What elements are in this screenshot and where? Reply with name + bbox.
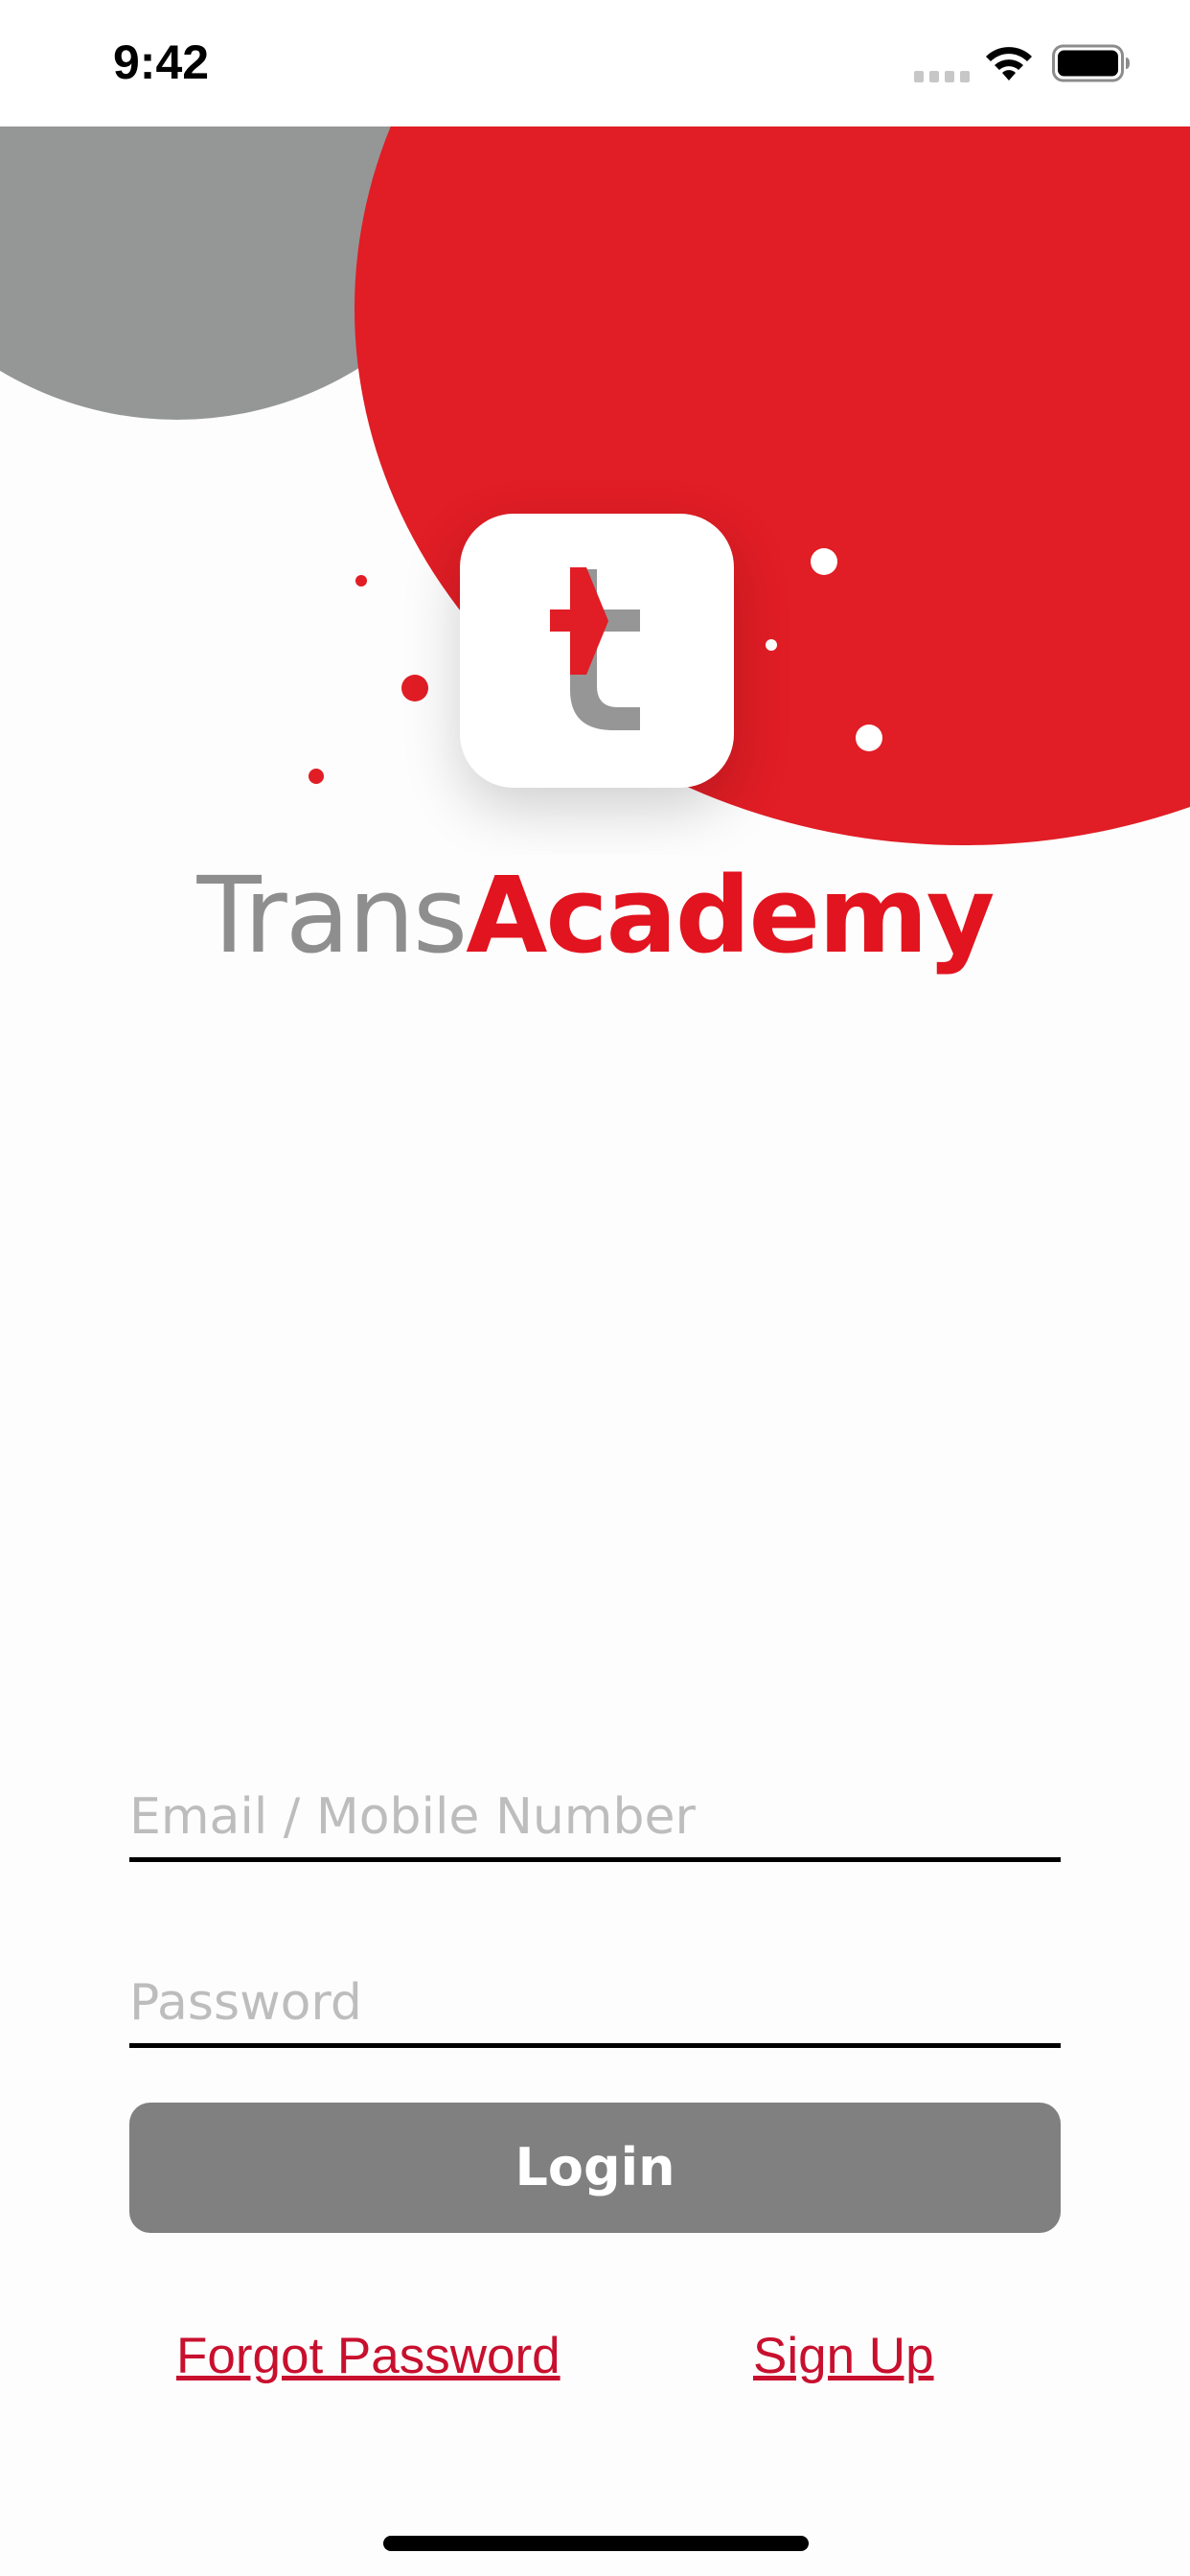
decorative-dot <box>811 548 837 575</box>
home-indicator <box>383 2536 809 2551</box>
email-field <box>129 1758 1061 1862</box>
signal-icon <box>914 71 970 82</box>
status-bar: 9:42 <box>0 0 1190 126</box>
decorative-dot <box>766 639 777 651</box>
decorative-dot <box>355 575 367 586</box>
decorative-dot <box>309 769 324 784</box>
brand-wordmark: TransAcademy <box>0 853 1190 978</box>
hero-banner <box>0 126 1190 855</box>
password-field <box>129 1944 1061 2048</box>
forgot-password-link[interactable]: Forgot Password <box>176 2323 561 2390</box>
decorative-dot <box>856 724 882 751</box>
password-input[interactable] <box>129 1974 1061 2032</box>
status-time: 9:42 <box>113 35 210 89</box>
email-input[interactable] <box>129 1788 1061 1846</box>
battery-icon <box>1052 44 1130 82</box>
login-button[interactable]: Login <box>129 2103 1061 2233</box>
sign-up-link[interactable]: Sign Up <box>753 2323 934 2390</box>
brand-name-trans: Trans <box>196 854 469 977</box>
brand-name-academy: Academy <box>466 854 995 977</box>
decorative-dot <box>401 675 428 702</box>
wifi-icon <box>986 47 1032 80</box>
app-logo-icon <box>460 514 734 788</box>
